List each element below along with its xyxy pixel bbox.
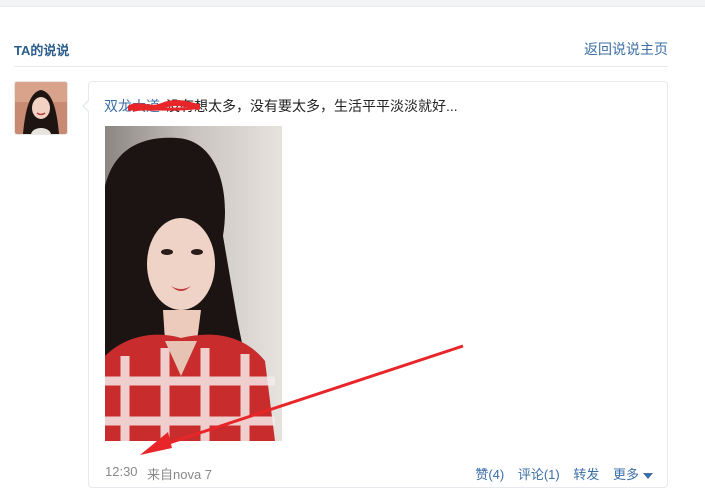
forward-button[interactable]: 转发 bbox=[573, 467, 599, 482]
post-time[interactable]: 12:30 bbox=[105, 464, 138, 479]
like-button[interactable]: 赞(4) bbox=[475, 467, 504, 482]
post-source: 来自nova 7 bbox=[147, 467, 213, 482]
post-text: 没有想太多，没有要太多，生活平平淡淡就好... bbox=[166, 98, 458, 114]
card-pointer-inner bbox=[84, 100, 90, 112]
top-bar bbox=[0, 0, 705, 7]
post-photo[interactable] bbox=[105, 126, 282, 441]
redaction-scribble bbox=[128, 100, 200, 112]
selfie-image bbox=[105, 126, 282, 441]
return-home-link[interactable]: 返回说说主页 bbox=[584, 39, 668, 59]
more-label: 更多 bbox=[612, 467, 639, 482]
section-header: TA的说说 返回说说主页 bbox=[14, 30, 668, 67]
avatar[interactable] bbox=[14, 81, 68, 135]
section-title: TA的说说 bbox=[14, 43, 70, 58]
avatar-image bbox=[15, 82, 67, 134]
post-actions: 赞(4) 评论(1) 转发 更多 bbox=[465, 464, 653, 483]
more-button[interactable]: 更多 bbox=[613, 467, 653, 482]
comment-button[interactable]: 评论(1) bbox=[518, 467, 560, 482]
chevron-down-icon bbox=[643, 472, 653, 479]
post-footer: 12:30 来自nova 7 赞(4) 评论(1) 转发 更多 bbox=[105, 464, 653, 482]
